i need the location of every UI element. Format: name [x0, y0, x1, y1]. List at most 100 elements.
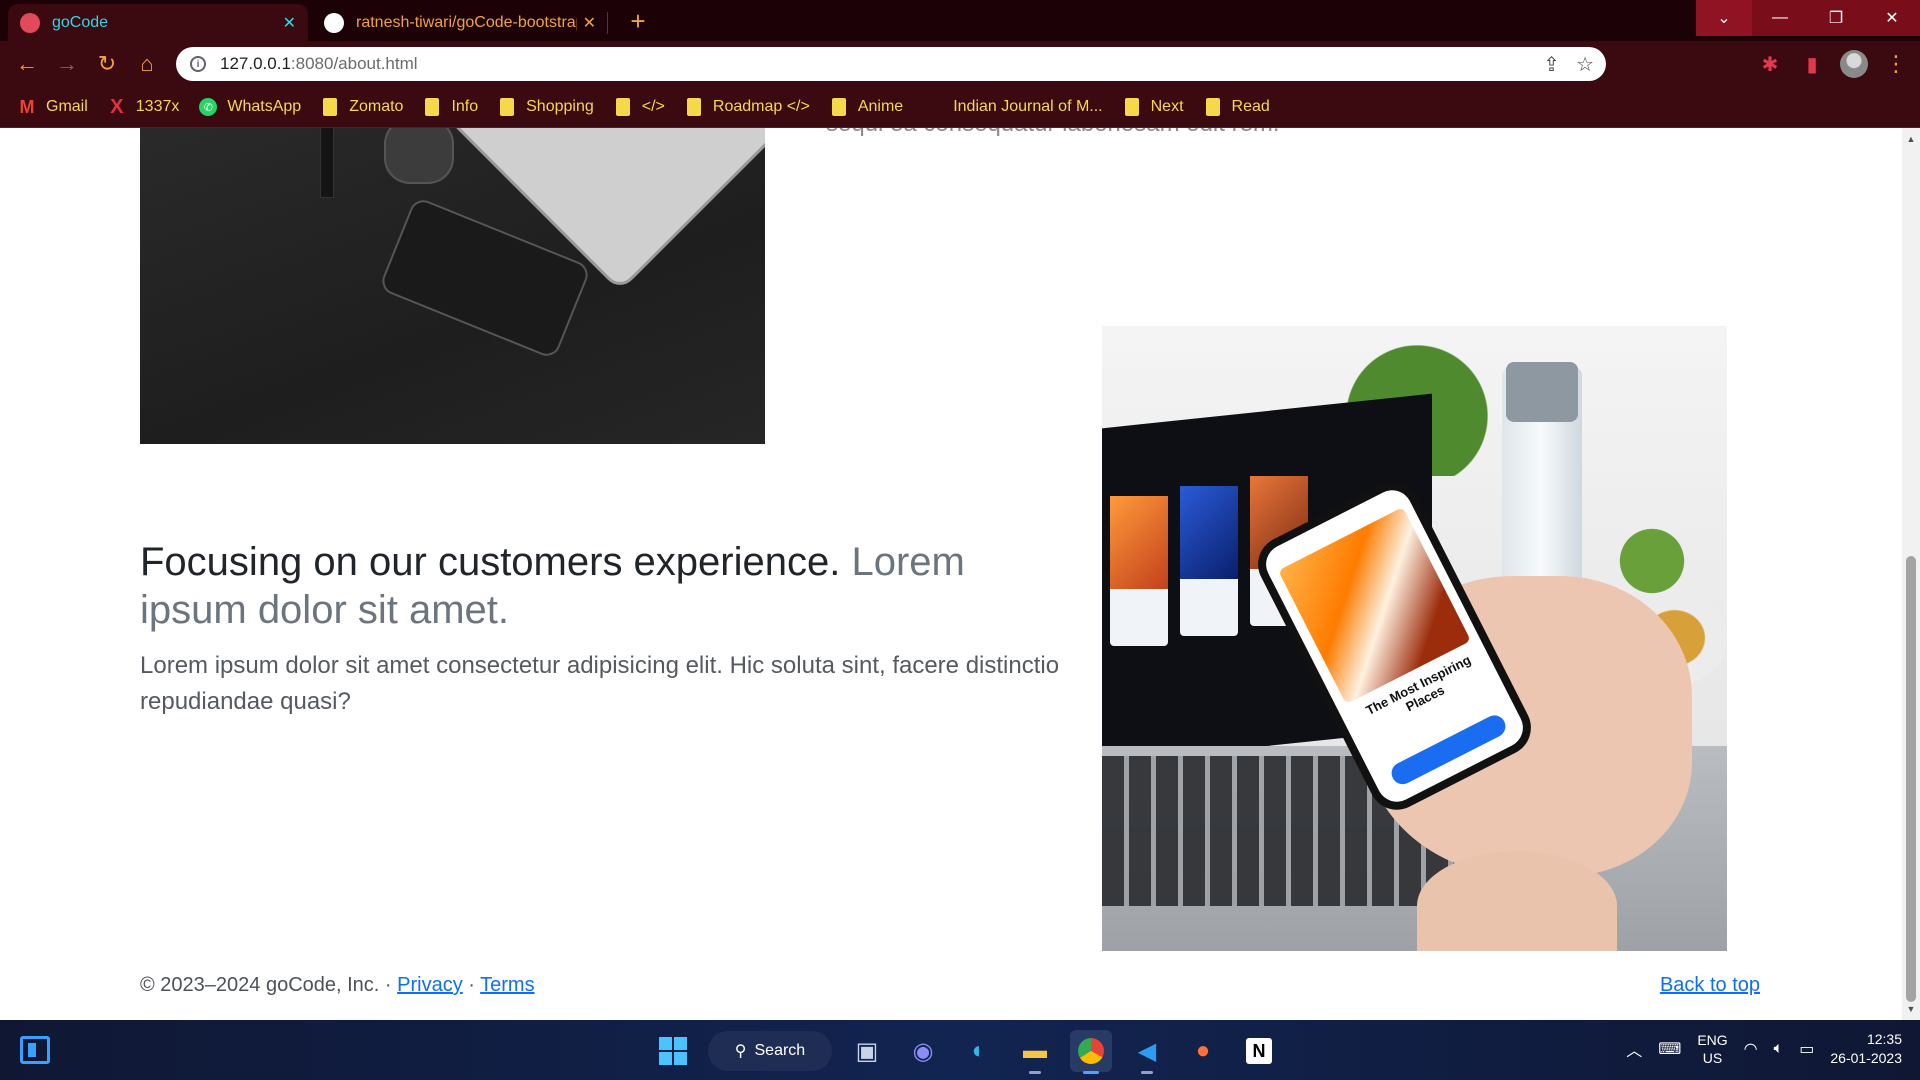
- copyright-text: © 2023–2024 goCode, Inc. ·: [140, 974, 398, 996]
- kebab-menu-icon[interactable]: ⋮: [1882, 49, 1910, 79]
- page-footer: © 2023–2024 goCode, Inc. · Privacy · Ter…: [140, 974, 1760, 997]
- share-icon[interactable]: ⇪: [1543, 52, 1560, 77]
- featurette-image-phone: The Most Inspiring Places: [1102, 326, 1727, 951]
- github-favicon-icon: [324, 12, 344, 33]
- wifi-icon[interactable]: ◠: [1744, 1039, 1758, 1059]
- extensions-puzzle-icon[interactable]: ✱: [1756, 49, 1784, 79]
- bookmark-label: Anime: [857, 98, 904, 115]
- bookmark-read[interactable]: Read: [1204, 98, 1270, 116]
- close-tab-icon[interactable]: ✕: [283, 13, 296, 33]
- chevron-up-icon[interactable]: ︿: [1626, 1037, 1642, 1061]
- whatsapp-icon: ✆: [199, 98, 218, 116]
- mouse-shape: [384, 128, 454, 184]
- bookmark-label: </>: [641, 98, 665, 115]
- restore-icon[interactable]: ❐: [1808, 0, 1864, 36]
- bookmark-label: 1337x: [135, 98, 180, 115]
- terms-link[interactable]: Terms: [480, 974, 534, 996]
- featurette-heading: Focusing on our customers experience. Lo…: [140, 538, 1040, 634]
- forward-arrow-icon[interactable]: →: [52, 49, 82, 79]
- taskbar-search[interactable]: ⚲ Search: [708, 1031, 832, 1071]
- tab-github[interactable]: ratnesh-tiwari/goCode-bootstrap ✕: [312, 4, 608, 41]
- vscode-icon[interactable]: ◀: [1126, 1030, 1168, 1074]
- url-text[interactable]: 127.0.0.1:8080/about.html: [220, 54, 418, 74]
- language-indicator[interactable]: ENG US: [1697, 1031, 1727, 1067]
- tab-strip: goCode ✕ ratnesh-tiwari/goCode-bootstrap…: [0, 0, 1920, 41]
- bookmark-code[interactable]: </>: [614, 98, 665, 116]
- system-tray: ︿ ⌨ ENG US ◠ 🔈︎ ▭ 12:35 26-01-2023: [1626, 1030, 1902, 1068]
- back-arrow-icon[interactable]: ←: [12, 49, 42, 79]
- minimize-icon[interactable]: —: [1752, 0, 1808, 36]
- lang-line: ENG: [1697, 1032, 1728, 1048]
- profile-avatar[interactable]: [1840, 50, 1868, 78]
- browser-toolbar: ← → ↻ ⌂ i 127.0.0.1:8080/about.html ⇪ ☆ …: [0, 41, 1920, 87]
- bookmark-shopping[interactable]: Shopping: [498, 98, 594, 116]
- tab-search-chevron-icon[interactable]: ⌄: [1696, 0, 1752, 36]
- bookmark-label: Read: [1231, 98, 1270, 115]
- folder-icon: [1124, 98, 1139, 116]
- folder-icon: [686, 98, 701, 116]
- new-tab-button[interactable]: +: [620, 4, 656, 38]
- edge-icon[interactable]: ◐: [958, 1030, 1000, 1072]
- bookmark-roadmap[interactable]: Roadmap </>: [685, 98, 810, 116]
- firefox-icon[interactable]: ●: [1182, 1030, 1224, 1072]
- close-window-icon[interactable]: ✕: [1864, 0, 1920, 36]
- screen-card: [1110, 496, 1168, 646]
- file-explorer-icon[interactable]: ▬: [1014, 1030, 1056, 1074]
- url-path: :8080/about.html: [290, 54, 418, 73]
- start-button[interactable]: [652, 1030, 694, 1072]
- search-label: Search: [754, 1042, 806, 1059]
- scrollbar-thumb[interactable]: [1906, 556, 1916, 1002]
- teams-chat-icon[interactable]: ◉: [902, 1030, 944, 1072]
- tab-separator: [607, 12, 608, 34]
- screen-card: [1180, 486, 1238, 636]
- bookmark-anime[interactable]: Anime: [830, 98, 903, 116]
- footer-separator: ·: [462, 974, 481, 996]
- close-tab-icon[interactable]: ✕: [583, 13, 596, 33]
- side-panel-icon[interactable]: ▮: [1798, 49, 1826, 79]
- bookmark-1337x[interactable]: X 1337x: [108, 96, 180, 118]
- featurette-lead: Lorem ipsum dolor sit amet consectetur a…: [140, 652, 1060, 715]
- home-icon[interactable]: ⌂: [132, 49, 162, 79]
- site-info-icon[interactable]: i: [190, 56, 206, 72]
- address-bar[interactable]: i 127.0.0.1:8080/about.html ⇪ ☆: [176, 47, 1606, 81]
- task-view-icon[interactable]: ▣: [846, 1030, 888, 1072]
- hand-shape: [1417, 851, 1617, 951]
- bookmark-zomato[interactable]: Zomato: [321, 98, 403, 116]
- window-controls: ⌄ — ❐ ✕: [1696, 0, 1920, 36]
- widgets-icon[interactable]: [20, 1036, 50, 1064]
- folder-icon: [323, 98, 338, 116]
- lang-line: US: [1702, 1050, 1723, 1066]
- bookmark-info[interactable]: Info: [423, 98, 478, 116]
- notion-icon[interactable]: N: [1238, 1030, 1280, 1072]
- gocode-favicon-icon: [20, 12, 40, 33]
- bookmark-next[interactable]: Next: [1123, 98, 1184, 116]
- tab-title: goCode: [52, 13, 109, 31]
- folder-icon: [425, 98, 440, 116]
- battery-icon[interactable]: ▭: [1799, 1039, 1814, 1059]
- scroll-down-arrow-icon[interactable]: ▼: [1902, 1000, 1920, 1018]
- clock[interactable]: 12:35 26-01-2023: [1830, 1030, 1902, 1068]
- tab-gocode[interactable]: goCode ✕: [8, 4, 308, 41]
- bookmark-label: WhatsApp: [227, 98, 302, 115]
- keyboard-icon[interactable]: ⌨: [1658, 1039, 1681, 1059]
- privacy-link[interactable]: Privacy: [397, 974, 463, 996]
- bookmark-star-icon[interactable]: ☆: [1576, 52, 1594, 77]
- bookmark-gmail[interactable]: M Gmail: [18, 96, 88, 117]
- back-to-top-link[interactable]: Back to top: [1660, 974, 1760, 996]
- bookmark-whatsapp[interactable]: ✆ WhatsApp: [199, 98, 301, 116]
- heading-main: Focusing on our customers experience.: [140, 540, 841, 584]
- bookmark-label: Roadmap </>: [712, 98, 810, 115]
- footer-copyright-line: © 2023–2024 goCode, Inc. · Privacy · Ter…: [140, 974, 535, 997]
- volume-icon[interactable]: 🔈︎: [1774, 1040, 1784, 1058]
- scroll-up-arrow-icon[interactable]: ▲: [1902, 130, 1920, 148]
- page-scrollbar[interactable]: ▲ ▼: [1902, 128, 1920, 1020]
- featurette-image-desk: [140, 128, 765, 444]
- chrome-icon[interactable]: [1070, 1030, 1112, 1074]
- reload-icon[interactable]: ↻: [92, 49, 122, 79]
- bottle-cap-shape: [1506, 362, 1578, 422]
- windows-logo-icon: [659, 1037, 687, 1065]
- gmail-icon: M: [19, 96, 35, 117]
- bookmarks-bar: M Gmail X 1337x ✆ WhatsApp Zomato Info Shop…: [0, 87, 1920, 128]
- folder-icon: [831, 98, 846, 116]
- bookmark-indian-journal[interactable]: Indian Journal of M...: [953, 98, 1102, 116]
